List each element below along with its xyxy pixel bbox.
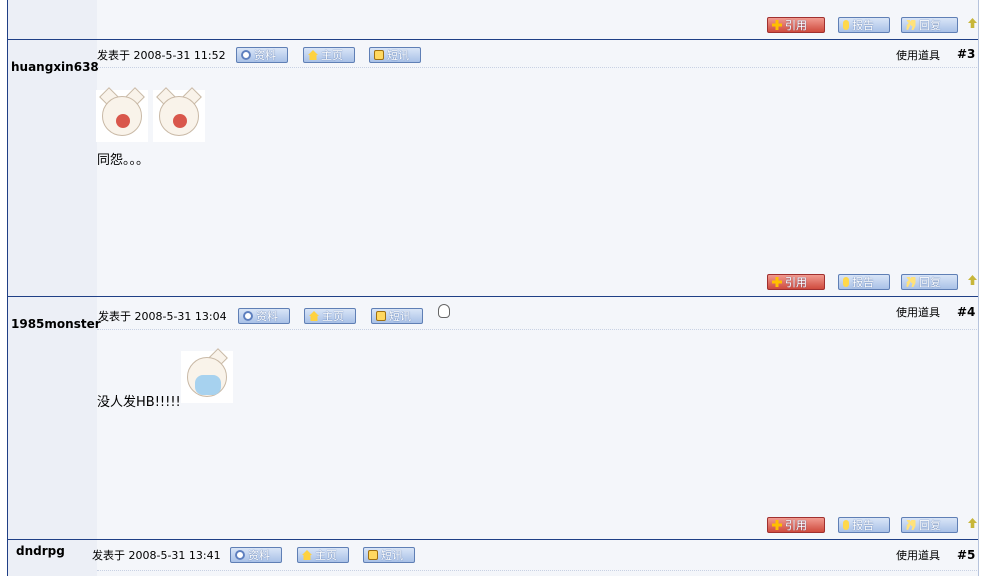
quote-icon: [906, 520, 916, 530]
right-border: [978, 0, 979, 576]
profile-button[interactable]: 资料: [238, 308, 290, 324]
mail-icon: [368, 550, 378, 560]
post-separator: [97, 570, 979, 571]
reply-button[interactable]: 回复: [901, 274, 958, 290]
message-button[interactable]: 短讯: [363, 547, 415, 563]
mail-icon: [374, 50, 384, 60]
profile-button[interactable]: 资料: [230, 547, 282, 563]
emoticon-mouth: [116, 114, 130, 128]
report-button[interactable]: 报告: [838, 274, 890, 290]
quote-button[interactable]: 引用: [767, 17, 825, 33]
use-tools-link[interactable]: 使用道具: [896, 547, 940, 563]
use-tools-link[interactable]: 使用道具: [896, 304, 940, 320]
exclamation-icon: [843, 277, 849, 287]
floor-number: #4: [957, 305, 976, 319]
home-icon: [302, 550, 312, 560]
home-icon: [308, 50, 318, 60]
reply-button[interactable]: 回复: [901, 17, 958, 33]
plus-icon: [772, 520, 782, 530]
floor-number: #5: [957, 548, 976, 562]
reply-button[interactable]: 回复: [901, 517, 958, 533]
message-button[interactable]: 短讯: [369, 47, 421, 63]
post-date: 发表于 2008-5-31 11:52: [97, 49, 226, 62]
homepage-button[interactable]: 主页: [304, 308, 356, 324]
post-body: 没人发HB!!!!!: [97, 395, 181, 410]
user-column: [7, 0, 97, 40]
user-column: [7, 40, 97, 296]
emoticon-image: [153, 87, 205, 142]
post-date: 发表于 2008-5-31 13:04: [98, 310, 227, 323]
home-icon: [309, 311, 319, 321]
post-content: [97, 297, 979, 539]
use-tools-link[interactable]: 使用道具: [896, 47, 940, 63]
post-separator: [97, 67, 979, 68]
forum-thread: 引用 报告 回复 huangxin638 发表于 2008-5-31 11:52…: [0, 0, 993, 576]
plus-icon: [772, 20, 782, 30]
exclamation-icon: [843, 20, 849, 30]
profile-button[interactable]: 资料: [236, 47, 288, 63]
plus-icon: [772, 277, 782, 287]
quote-button[interactable]: 引用: [767, 517, 825, 533]
homepage-button[interactable]: 主页: [303, 47, 355, 63]
username[interactable]: huangxin638: [11, 60, 99, 74]
person-icon: [235, 550, 245, 560]
quote-icon: [906, 277, 916, 287]
left-border: [7, 0, 8, 576]
emoticon-tears: [195, 375, 221, 395]
emoticon-image: [181, 348, 233, 403]
user-column: [7, 297, 97, 539]
person-icon: [243, 311, 253, 321]
post-separator: [97, 329, 979, 330]
quote-icon: [906, 20, 916, 30]
quote-button[interactable]: 引用: [767, 274, 825, 290]
qq-penguin-icon[interactable]: [438, 304, 450, 318]
mail-icon: [376, 311, 386, 321]
emoticon-mouth: [173, 114, 187, 128]
emoticon-image: [96, 87, 148, 142]
homepage-button[interactable]: 主页: [297, 547, 349, 563]
person-icon: [241, 50, 251, 60]
username[interactable]: 1985monster: [11, 317, 101, 331]
message-button[interactable]: 短讯: [371, 308, 423, 324]
report-button[interactable]: 报告: [838, 17, 890, 33]
exclamation-icon: [843, 520, 849, 530]
post-content: [97, 40, 979, 296]
floor-number: #3: [957, 47, 976, 61]
username[interactable]: dndrpg: [16, 544, 65, 558]
report-button[interactable]: 报告: [838, 517, 890, 533]
post-body: 同怨。。。: [97, 153, 150, 168]
post-date: 发表于 2008-5-31 13:41: [92, 549, 221, 562]
